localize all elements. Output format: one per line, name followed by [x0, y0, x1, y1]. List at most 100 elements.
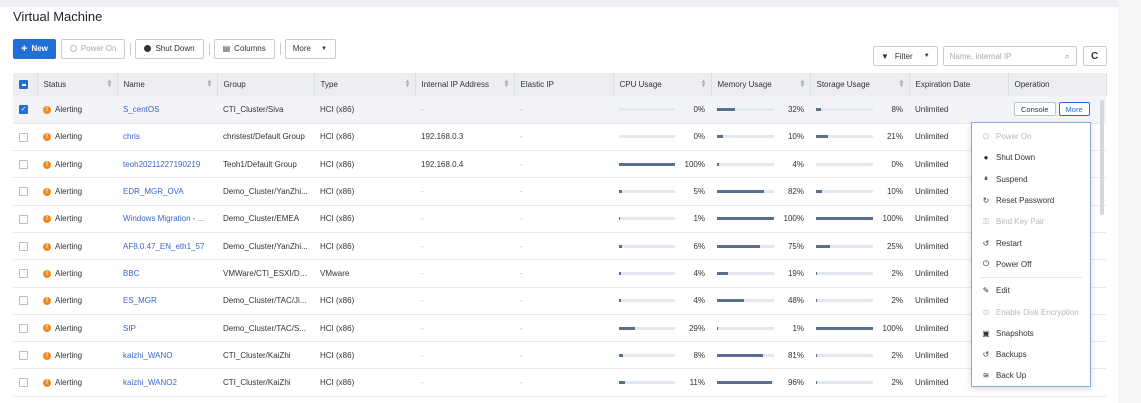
search-input[interactable]: Name, internal IP ⌕: [942, 46, 1077, 66]
usage-track: [619, 217, 675, 221]
usage-fill: [816, 299, 818, 303]
row-checkbox[interactable]: [19, 132, 28, 142]
refresh-button[interactable]: C: [1082, 46, 1107, 66]
col-cpu[interactable]: CPU Usage ▲ ▼: [613, 73, 712, 96]
vm-name-link[interactable]: SIP: [123, 324, 136, 333]
menu-item-power-off[interactable]: ⏻ Power Off: [972, 254, 1090, 275]
menu-item-reset-password[interactable]: ↻ Reset Password: [972, 190, 1090, 211]
vm-name-link[interactable]: S_centOS: [123, 105, 159, 114]
col-internal-ip[interactable]: Internal IP Address ▲ ▼: [415, 73, 515, 96]
menu-item-enable-disk-encryption[interactable]: ⊙ Enable Disk Encryption: [972, 301, 1090, 322]
col-expiration[interactable]: Expiration Date: [909, 73, 1009, 96]
table-row[interactable]: ! Alerting AF8.0.47_EN_eth1_57 Demo_Clust…: [13, 232, 1106, 261]
row-checkbox[interactable]: [19, 323, 28, 333]
cpu-cell: 29%: [613, 314, 711, 343]
more-button[interactable]: More: [1058, 102, 1090, 117]
menu-item-snapshots[interactable]: ▣ Snapshots: [972, 323, 1090, 344]
menu-item-shut-down[interactable]: ● Shut Down: [972, 147, 1090, 168]
usage-fill: [717, 381, 772, 385]
row-checkbox[interactable]: [19, 378, 28, 388]
menu-item-suspend[interactable]: ⏸ Suspend: [972, 169, 1090, 190]
col-label: Expiration Date: [915, 80, 971, 89]
row-select-cell: [13, 205, 37, 233]
row-select-cell: [13, 368, 37, 397]
mem-usage: 4%: [717, 160, 804, 169]
table-row[interactable]: ! Alerting kaizhi_WANO2 CTI_Cluster/KaiZh…: [13, 368, 1106, 397]
col-group[interactable]: Group: [217, 73, 315, 96]
menu-item-bind-key-pair[interactable]: ⚿ Bind Key Pair: [972, 211, 1090, 232]
row-checkbox[interactable]: [19, 159, 28, 169]
type-cell: HCI (x86): [314, 341, 415, 370]
col-name[interactable]: Name ▲ ▼: [117, 73, 218, 96]
table-row[interactable]: ! Alerting ES_MGR Demo_Cluster/TAC/Ji... …: [13, 287, 1106, 315]
shut-down-button[interactable]: Shut Down: [135, 38, 204, 59]
table-row[interactable]: ! Alerting EDR_MGR_OVA Demo_Cluster/YanZh…: [13, 177, 1106, 206]
filter-dropdown[interactable]: ▼ Filter ▼: [873, 46, 938, 66]
filter-label: Filter: [894, 51, 913, 61]
table-row[interactable]: ! Alerting chris christest/Default Group …: [13, 123, 1106, 152]
caret-down-icon: ▼: [923, 53, 930, 59]
elastic-ip-cell: -: [514, 205, 613, 233]
table-row[interactable]: ! Alerting teoh20211227190219 Teoh1/Defau…: [13, 150, 1106, 179]
usage-percent: 21%: [886, 132, 903, 142]
vm-name-link[interactable]: teoh20211227190219: [123, 160, 200, 169]
usage-fill: [619, 353, 624, 357]
vm-name-link[interactable]: AF8.0.47_EN_eth1_57: [123, 242, 204, 251]
storage-cell: 2%: [810, 368, 909, 397]
row-checkbox[interactable]: ✓: [19, 105, 28, 115]
table-row[interactable]: ! Alerting SIP Demo_Cluster/TAC/S... HCI …: [13, 314, 1106, 343]
col-storage[interactable]: Storage Usage ▲ ▼: [810, 73, 910, 96]
menu-item-power-on[interactable]: ⏻ Power On: [972, 126, 1090, 147]
table-row[interactable]: ! Alerting Windows Migration - ... Demo_C…: [13, 205, 1106, 233]
cpu-cell: 11%: [613, 368, 711, 397]
vm-name-link[interactable]: kaizhi_WANO2: [123, 378, 177, 387]
vm-name-link[interactable]: Windows Migration - ...: [123, 214, 204, 223]
table-row[interactable]: ✓ ! Alerting S_centOS CTI_Cluster/Siva HC…: [13, 96, 1106, 124]
power-on-button[interactable]: Power On: [60, 38, 126, 59]
vm-name-link[interactable]: ES_MGR: [123, 296, 157, 305]
refresh-icon: C: [1091, 50, 1099, 62]
usage-percent: 2%: [891, 378, 903, 388]
new-button[interactable]: + New: [13, 38, 56, 59]
more-actions-menu: ⏻ Power On ● Shut Down ⏸ Suspend ↻ Reset Passwo…: [971, 122, 1091, 387]
col-type[interactable]: Type ▲ ▼: [314, 73, 416, 96]
row-checkbox[interactable]: [19, 351, 28, 361]
usage-percent: 29%: [688, 323, 705, 333]
vm-name-link[interactable]: chris: [123, 132, 140, 141]
row-checkbox[interactable]: [19, 241, 28, 251]
vm-name-link[interactable]: EDR_MGR_OVA: [123, 187, 184, 196]
console-button[interactable]: Console: [1014, 102, 1056, 117]
usage-fill: [619, 299, 622, 303]
menu-item-label: Back Up: [996, 371, 1027, 381]
storage-cell: 100%: [810, 205, 909, 233]
col-label: Name: [123, 80, 145, 89]
menu-item-backups[interactable]: ↺ Backups: [972, 344, 1090, 365]
select-all-checkbox[interactable]: [19, 80, 28, 90]
usage-fill: [717, 135, 723, 139]
row-checkbox[interactable]: [19, 269, 28, 279]
menu-item-back-up[interactable]: ≋ Back Up: [972, 365, 1090, 386]
vm-name-link[interactable]: BBC: [123, 269, 139, 278]
table-row[interactable]: ! Alerting BBC VMWare/CTI_ESXI/Di... VMwa…: [13, 259, 1106, 288]
more-dropdown[interactable]: More ▼: [284, 38, 336, 59]
usage-percent: 0%: [693, 104, 705, 114]
columns-button[interactable]: ▤ Columns: [213, 38, 275, 59]
row-checkbox[interactable]: [19, 296, 28, 306]
vm-name-link[interactable]: kaizhi_WANO: [123, 351, 173, 360]
row-checkbox[interactable]: [19, 187, 28, 197]
menu-item-restart[interactable]: ↺ Restart: [972, 232, 1090, 253]
usage-fill: [816, 107, 821, 111]
col-memory[interactable]: Memory Usage ▲ ▼: [711, 73, 811, 96]
menu-item-label: Backups: [996, 350, 1027, 360]
table-row[interactable]: ! Alerting kaizhi_WANO CTI_Cluster/KaiZhi…: [13, 341, 1106, 370]
row-select-cell: [13, 314, 37, 343]
status-cell: ! Alerting: [37, 232, 117, 261]
col-status[interactable]: Status ▲ ▼: [37, 73, 118, 96]
row-checkbox[interactable]: [19, 214, 28, 224]
usage-fill: [619, 162, 675, 166]
group-cell: Demo_Cluster/YanZhi...: [217, 177, 314, 206]
col-elastic-ip[interactable]: Elastic IP: [514, 73, 614, 96]
status-text: Alerting: [55, 187, 83, 197]
table-scrollbar[interactable]: [1100, 100, 1104, 215]
menu-item-edit[interactable]: ✎ Edit: [972, 280, 1090, 301]
